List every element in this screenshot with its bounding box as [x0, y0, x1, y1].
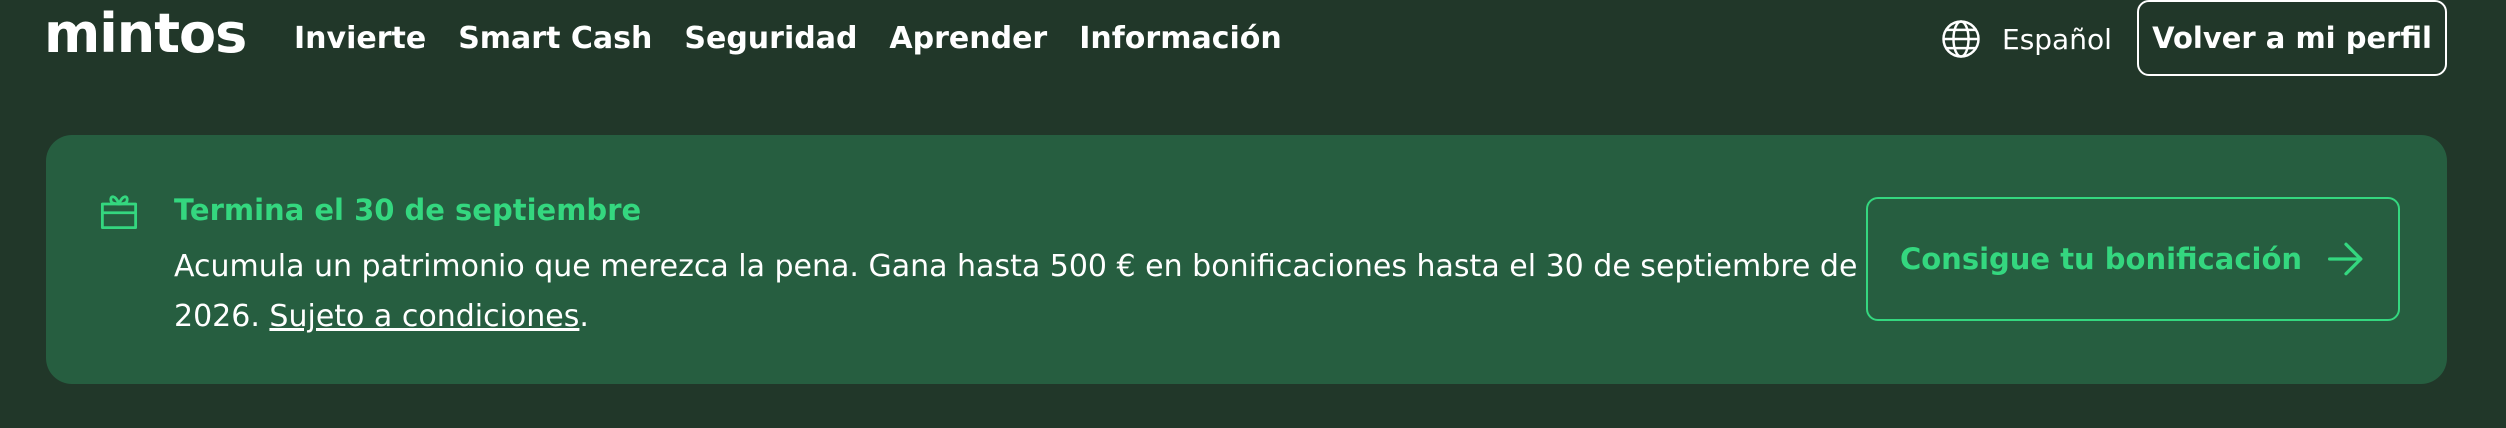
- arrow-right-icon: [2328, 242, 2363, 276]
- get-bonus-button[interactable]: Consigue tu bonificación: [1866, 197, 2400, 321]
- nav-item-informacion[interactable]: Información: [1079, 18, 1282, 60]
- main-nav: Invierte Smart Cash Seguridad Aprender I…: [294, 18, 1282, 60]
- mintos-logo[interactable]: mintos: [44, 2, 247, 66]
- nav-item-invierte[interactable]: Invierte: [294, 18, 426, 60]
- globe-icon: [1942, 20, 1980, 58]
- back-to-profile-button[interactable]: Volver a mi perfil: [2137, 0, 2447, 76]
- gift-icon: [100, 195, 138, 230]
- page: mintos Invierte Smart Cash Seguridad Apr…: [0, 0, 2506, 428]
- banner-text-end: .: [579, 299, 589, 334]
- terms-link[interactable]: Sujeto a condiciones: [269, 299, 579, 334]
- nav-item-seguridad[interactable]: Seguridad: [684, 18, 857, 60]
- promo-banner: Termina el 30 de septiembre Acumula un p…: [46, 135, 2447, 384]
- nav-item-aprender[interactable]: Aprender: [889, 18, 1047, 60]
- get-bonus-label: Consigue tu bonificación: [1899, 242, 2303, 276]
- banner-description: Acumula un patrimonio que merezca la pen…: [174, 242, 1874, 342]
- language-label: Español: [2002, 22, 2112, 56]
- nav-item-smart-cash[interactable]: Smart Cash: [458, 18, 652, 60]
- language-selector[interactable]: Español: [1940, 16, 2112, 62]
- top-navigation: mintos Invierte Smart Cash Seguridad Apr…: [0, 0, 2506, 78]
- banner-title: Termina el 30 de septiembre: [174, 193, 642, 227]
